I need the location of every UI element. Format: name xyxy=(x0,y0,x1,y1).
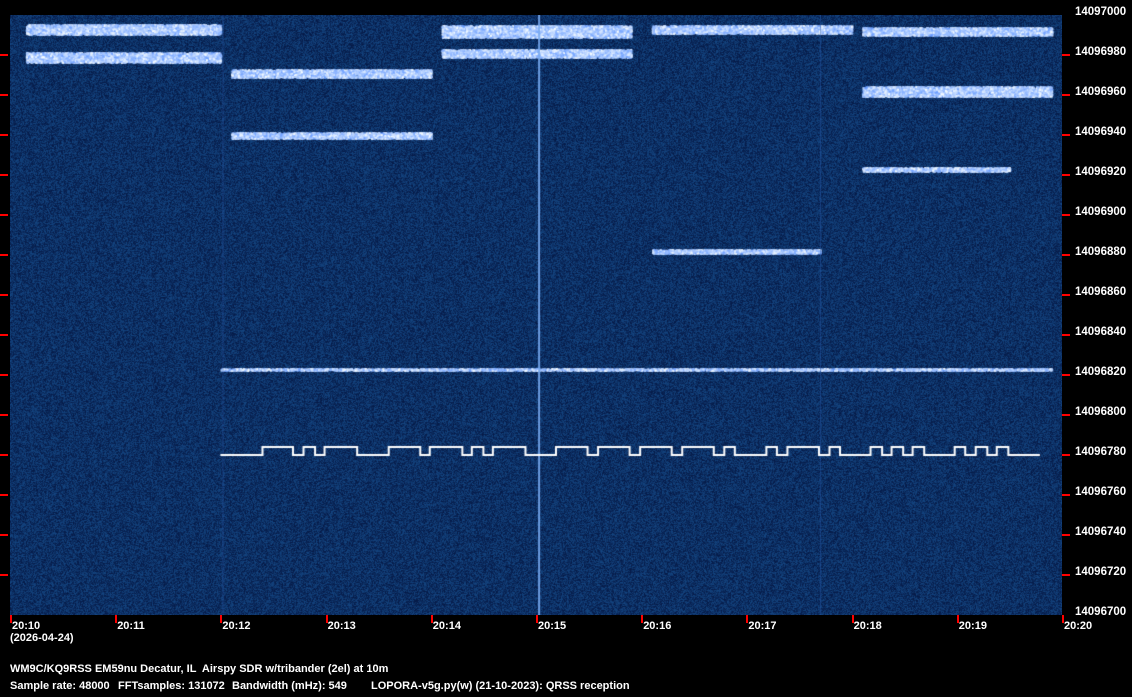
y-tick-label: 14096720 xyxy=(1075,566,1127,578)
y-tick-label: 14096840 xyxy=(1075,326,1127,338)
y-tick-mark-right xyxy=(1062,334,1070,336)
y-tick-mark-left xyxy=(0,334,8,336)
x-tick-label: 20:12 xyxy=(222,620,251,632)
fft-samples: FFTsamples: 131072 xyxy=(118,680,225,692)
x-tick-label: 20:13 xyxy=(327,620,356,632)
y-tick-mark-left xyxy=(0,214,8,216)
x-tick-label: 20:15 xyxy=(538,620,567,632)
y-tick-mark-left xyxy=(0,174,8,176)
y-tick-mark-left xyxy=(0,54,8,56)
y-tick-mark-left xyxy=(0,534,8,536)
sample-rate: Sample rate: 48000 xyxy=(10,680,110,692)
y-tick-label: 14096940 xyxy=(1075,126,1127,138)
x-tick-label: 20:10 xyxy=(12,620,41,632)
y-tick-mark-left xyxy=(0,574,8,576)
y-tick-label: 14096980 xyxy=(1075,46,1127,58)
x-tick-label: 20:11 xyxy=(117,620,145,632)
date-label: (2026-04-24) xyxy=(10,632,74,644)
y-tick-mark-left xyxy=(0,454,8,456)
y-tick-label: 14096820 xyxy=(1075,366,1127,378)
y-tick-mark-left xyxy=(0,294,8,296)
y-tick-label: 14096780 xyxy=(1075,446,1127,458)
qrss-grabber: 14097000 14096980 14096960 14096940 14096920… xyxy=(0,0,1132,697)
y-tick-mark-right xyxy=(1062,294,1070,296)
y-tick-label: 14096760 xyxy=(1075,486,1127,498)
y-tick-label: 14096860 xyxy=(1075,286,1127,298)
y-tick-mark-left xyxy=(0,414,8,416)
y-tick-mark-right xyxy=(1062,414,1070,416)
bandwidth: Bandwidth (mHz): 549 xyxy=(232,680,347,692)
y-tick-mark-left xyxy=(0,374,8,376)
x-tick-label: 20:14 xyxy=(432,620,461,632)
y-tick-mark-left xyxy=(0,94,8,96)
y-tick-mark-left xyxy=(0,494,8,496)
y-tick-mark-right xyxy=(1062,494,1070,496)
spectrogram-canvas xyxy=(10,15,1062,615)
y-tick-label: 14096960 xyxy=(1075,86,1127,98)
y-tick-mark-right xyxy=(1062,134,1070,136)
y-tick-mark-right xyxy=(1062,54,1070,56)
waterfall-plot xyxy=(10,15,1062,615)
x-tick-label: 20:17 xyxy=(748,620,777,632)
y-tick-mark-right xyxy=(1062,534,1070,536)
y-tick-mark-right xyxy=(1062,374,1070,376)
y-tick-label: 14096880 xyxy=(1075,246,1127,258)
y-tick-mark-right xyxy=(1062,94,1070,96)
y-tick-label: 14096700 xyxy=(1075,606,1127,618)
y-tick-label: 14096800 xyxy=(1075,406,1127,418)
y-tick-mark-right xyxy=(1062,174,1070,176)
x-tick-label: 20:18 xyxy=(853,620,882,632)
y-tick-mark-right xyxy=(1062,254,1070,256)
y-tick-label: 14096740 xyxy=(1075,526,1127,538)
y-tick-label: 14096920 xyxy=(1075,166,1127,178)
y-tick-label: 14097000 xyxy=(1075,6,1127,18)
y-tick-label: 14096900 xyxy=(1075,206,1127,218)
y-tick-mark-right xyxy=(1062,574,1070,576)
x-tick-label: 20:19 xyxy=(958,620,987,632)
station-info: WM9C/KQ9RSS EM59nu Decatur, IL Airspy SD… xyxy=(10,663,389,675)
software-info: LOPORA-v5g.py(w) (21-10-2023): QRSS rece… xyxy=(371,680,630,692)
x-tick-label: 20:16 xyxy=(643,620,672,632)
x-tick-label: 20:20 xyxy=(1064,620,1093,632)
y-tick-mark-left xyxy=(0,134,8,136)
y-tick-mark-left xyxy=(0,254,8,256)
y-tick-mark-right xyxy=(1062,454,1070,456)
y-tick-mark-right xyxy=(1062,214,1070,216)
